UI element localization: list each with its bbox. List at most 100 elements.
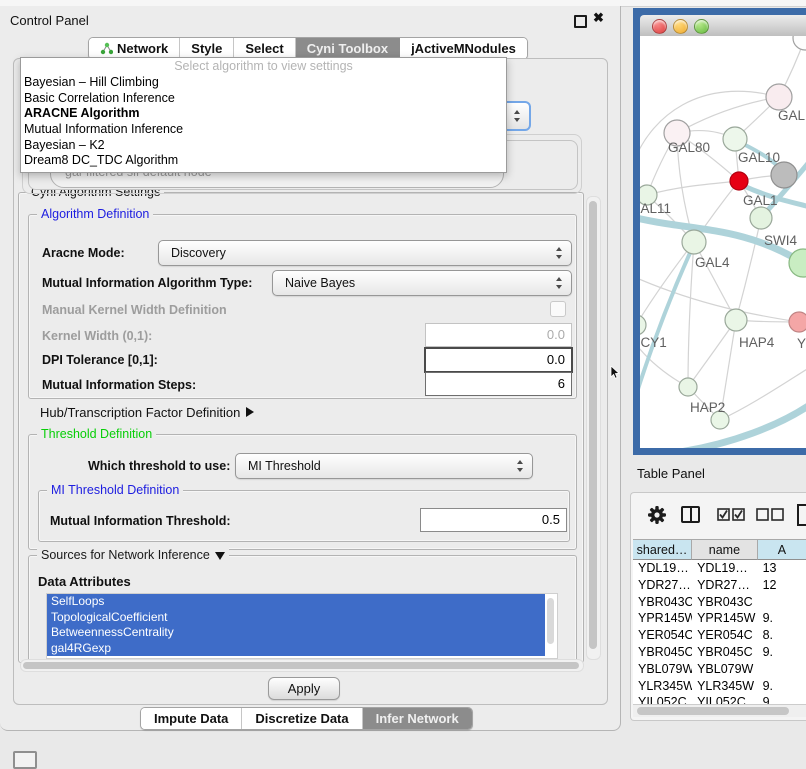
tab-jactivemnodules[interactable]: jActiveMNodules (400, 38, 527, 59)
table-cell: 13 (758, 560, 806, 577)
screenshot-root: { "colors": { "selection_blue": "#3e6cc8… (0, 0, 806, 762)
network-node[interactable] (789, 312, 806, 332)
sources-title[interactable]: Sources for Network Inference (41, 548, 210, 562)
deselect-all-icon[interactable] (756, 508, 784, 521)
document-icon[interactable] (796, 503, 806, 527)
kernel-width-field[interactable]: 0.0 (425, 323, 572, 347)
table-row[interactable]: YBR045CYBR045C9. (633, 644, 806, 661)
network-edge[interactable] (688, 242, 694, 387)
dropdown-item[interactable]: Bayesian – Hill Climbing (21, 75, 506, 91)
gear-icon[interactable] (647, 505, 667, 525)
dropdown-item[interactable]: Dream8 DC_TDC Algorithm (21, 153, 506, 169)
node-label: Y (797, 336, 806, 351)
hub-section-toggle[interactable]: Hub/Transcription Factor Definition (40, 404, 254, 422)
dropdown-item[interactable]: Mutual Information Inference (21, 122, 506, 138)
column-header[interactable]: shared… (633, 539, 692, 560)
close-icon[interactable]: ✖ (593, 10, 604, 26)
tab-label: jActiveMNodules (411, 41, 516, 56)
node-label: SWI4 (764, 233, 797, 248)
kernel-width-label: Kernel Width (0,1): (42, 329, 152, 343)
dpi-tolerance-field[interactable]: 0.0 (424, 347, 573, 373)
mi-threshold-field[interactable]: 0.5 (420, 508, 567, 532)
table-cell: YLR345W (692, 678, 758, 695)
network-canvas[interactable]: GALGAL80GAL10GAL1GAL11SWI4GAL4GCY1HAP4YH… (640, 36, 806, 448)
mi-type-label: Mutual Information Algorithm Type: (42, 276, 252, 290)
attribute-list-item[interactable]: gal4RGexp (47, 641, 545, 657)
select-all-icon[interactable] (717, 508, 745, 521)
minimize-traffic-light[interactable] (673, 19, 688, 34)
network-node[interactable] (793, 36, 806, 50)
table-row[interactable]: YBL079WYBL079W (633, 661, 806, 678)
vertical-scrollbar[interactable] (586, 196, 601, 660)
table-cell: 9. (758, 644, 806, 661)
attribute-list-item[interactable]: BetweennessCentrality (47, 625, 545, 641)
network-node[interactable] (771, 162, 797, 188)
tab-discretize-data[interactable]: Discretize Data (242, 708, 362, 729)
table-panel-title: Table Panel (637, 466, 705, 481)
data-attributes-list[interactable]: SelfLoopsTopologicalCoefficientBetweenne… (46, 593, 558, 659)
network-node[interactable] (679, 378, 697, 396)
collapsed-panel-icon[interactable] (13, 751, 37, 769)
tab-cyni-toolbox[interactable]: Cyni Toolbox (296, 38, 400, 59)
list-scrollbar-thumb[interactable] (547, 598, 554, 644)
apply-button[interactable]: Apply (268, 677, 340, 700)
network-node[interactable] (750, 207, 772, 229)
network-node[interactable] (730, 172, 748, 190)
dropdown-item[interactable]: ARACNE Algorithm (21, 106, 506, 122)
tab-select[interactable]: Select (234, 38, 295, 59)
manual-kernel-checkbox[interactable] (550, 301, 566, 317)
table-row[interactable]: YLR345WYLR345W9. (633, 678, 806, 695)
table-horizontal-scrollbar[interactable] (633, 704, 806, 717)
table-row[interactable]: YIL052CYIL052C9 (633, 694, 806, 704)
table-row[interactable]: YPR145WYPR145W9. (633, 610, 806, 627)
table-row[interactable]: YDR27…YDR27…12 (633, 577, 806, 594)
network-node[interactable] (725, 309, 747, 331)
column-header[interactable]: A (758, 539, 806, 560)
table-cell (758, 594, 806, 611)
column-header[interactable]: name (692, 539, 758, 560)
node-label: GCY1 (640, 335, 667, 350)
node-label: GAL11 (640, 201, 671, 216)
tab-infer-network[interactable]: Infer Network (363, 708, 472, 729)
aracne-mode-label: Aracne Mode: (42, 246, 125, 260)
float-window-icon[interactable] (574, 15, 587, 28)
network-node[interactable] (640, 315, 646, 335)
network-edge[interactable] (688, 320, 736, 387)
which-threshold-value: MI Threshold (248, 459, 321, 473)
network-node[interactable] (766, 84, 792, 110)
table-row[interactable]: YDL19…YDL19…13 (633, 560, 806, 577)
network-edge[interactable] (647, 181, 739, 195)
which-threshold-combo[interactable]: MI Threshold (235, 453, 533, 479)
table-row[interactable]: YER054CYER054C8. (633, 627, 806, 644)
inference-algorithm-combo-fragment[interactable] (505, 101, 531, 131)
dropdown-item[interactable]: Bayesian – K2 (21, 138, 506, 154)
apply-button-label: Apply (288, 681, 321, 696)
horizontal-scrollbar[interactable] (20, 659, 584, 672)
node-label: GAL10 (738, 150, 780, 165)
mi-steps-field[interactable]: 6 (425, 372, 572, 396)
table-row[interactable]: YBR043CYBR043C (633, 594, 806, 611)
dropdown-prompt: Select algorithm to view settings (21, 58, 506, 75)
close-traffic-light[interactable] (652, 19, 667, 34)
panel-title: Control Panel (10, 13, 89, 28)
table-panel: shared…nameA YDL19…YDL19…13YDR27…YDR27…1… (630, 492, 806, 721)
tab-network[interactable]: Network (89, 38, 180, 59)
attribute-list-item[interactable]: TopologicalCoefficient (47, 610, 545, 626)
dropdown-item[interactable]: Basic Correlation Inference (21, 91, 506, 107)
zoom-traffic-light[interactable] (694, 19, 709, 34)
split-pane-icon[interactable] (681, 506, 700, 523)
attribute-list-item[interactable]: SelfLoops (47, 594, 545, 610)
network-node[interactable] (682, 230, 706, 254)
table-cell: YER054C (692, 627, 758, 644)
tab-style[interactable]: Style (180, 38, 234, 59)
table-cell: 9. (758, 678, 806, 695)
aracne-mode-combo[interactable]: Discovery (158, 240, 572, 266)
network-window-titlebar[interactable] (640, 15, 806, 37)
network-edge[interactable] (677, 97, 779, 133)
network-node[interactable] (723, 127, 747, 151)
node-label: GAL4 (695, 255, 730, 270)
mi-type-combo[interactable]: Naive Bayes (272, 270, 572, 296)
table-cell: YIL052C (692, 694, 758, 704)
table-cell: 12 (758, 577, 806, 594)
tab-impute-data[interactable]: Impute Data (141, 708, 242, 729)
